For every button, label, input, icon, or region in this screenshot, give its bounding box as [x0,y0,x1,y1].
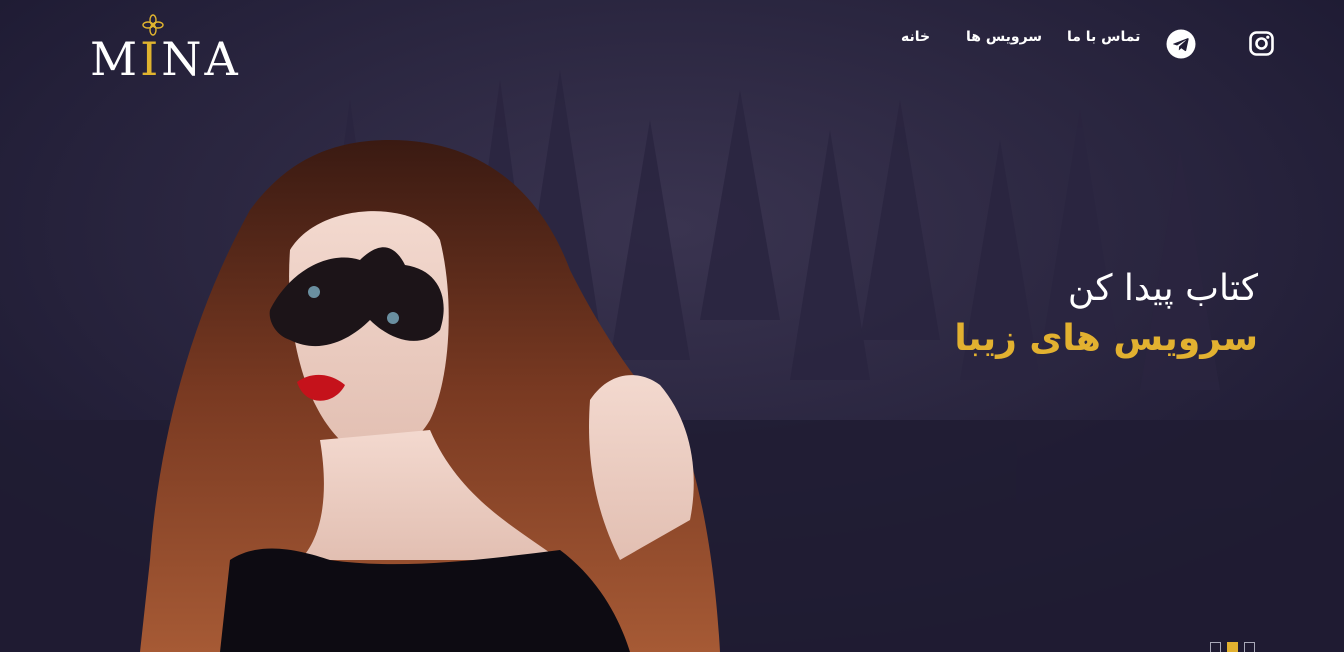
slider-dot-3[interactable] [1244,642,1255,652]
nav-services-link[interactable]: سرویس ها [966,29,1042,49]
hero-title-line1: کتاب پیدا کن [1067,268,1258,309]
instagram-icon[interactable] [1249,31,1274,56]
brand-letters-rest: NA [161,32,241,86]
brand-logo[interactable]: MINA [90,14,252,82]
nav-contact-link[interactable]: تماس با ما [1067,29,1140,49]
hero-headline: کتاب پیدا کن سرویس های زیبا [698,264,1258,364]
landing-page: MINA خانه سرویس ها تماس با ما کتاب پیدا … [0,0,1344,652]
slider-dot-1[interactable] [1210,642,1221,652]
brand-name: MINA [90,36,241,82]
brand-letter-m: M [90,32,141,86]
slider-pagination [1210,642,1262,652]
nav-home-link[interactable]: خانه [901,29,930,49]
slider-dot-2[interactable] [1227,642,1238,652]
brand-letter-accent: I [140,32,162,86]
hero-title-line2: سرویس های زیبا [954,318,1258,359]
telegram-icon[interactable] [1166,29,1196,59]
